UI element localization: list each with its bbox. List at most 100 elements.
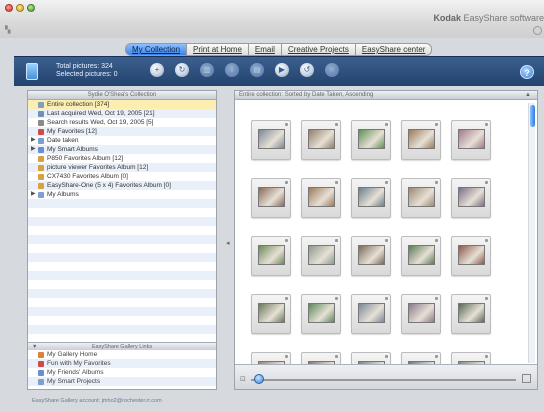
photo-thumbnail[interactable]: [451, 294, 491, 334]
tab-easyshare-center[interactable]: EasyShare center: [355, 43, 433, 56]
gallery-links-list: My Gallery Home Fun with My Favorites My F…: [28, 350, 216, 389]
collection-item[interactable]: EasyShare-One (5 x 4) Favorites Album [0…: [28, 181, 216, 190]
photo-image: [258, 187, 285, 207]
photo-thumbnail[interactable]: [301, 352, 341, 364]
photo-badge-icon: [485, 355, 488, 358]
collection-item-label: P850 Favorites Album [12]: [47, 155, 124, 162]
collection-item[interactable]: My Favorites [12]: [28, 127, 216, 136]
trash-icon[interactable]: ▥: [200, 63, 214, 77]
minimize-window-button[interactable]: [16, 4, 24, 12]
photo-badge-icon: [335, 181, 338, 184]
photo-thumbnail[interactable]: [351, 178, 391, 218]
gallery-link[interactable]: Fun with My Favorites: [28, 359, 216, 368]
expand-arrow-icon[interactable]: ▶: [31, 145, 36, 154]
photo-thumbnail[interactable]: [401, 120, 441, 160]
collection-item[interactable]: picture viewer Favorites Album [12]: [28, 163, 216, 172]
album-icon: [38, 192, 44, 198]
photo-badge-icon: [335, 355, 338, 358]
zoom-slider-knob[interactable]: [254, 374, 264, 384]
photo-image: [358, 245, 385, 265]
album-icon: [38, 174, 44, 180]
scroll-thumb[interactable]: [530, 105, 535, 127]
help-button[interactable]: ?: [520, 65, 534, 79]
collection-item[interactable]: Entire collection [374]: [28, 100, 216, 109]
photo-thumbnail[interactable]: [401, 236, 441, 276]
zoom-slider-track[interactable]: [251, 379, 516, 381]
collapse-icon[interactable]: ▚: [5, 26, 14, 34]
edit-icon[interactable]: ▤: [250, 63, 264, 77]
gallery-link[interactable]: My Gallery Home: [28, 350, 216, 359]
photo-image: [408, 303, 435, 323]
photo-thumbnail[interactable]: [251, 120, 291, 160]
photo-badge-icon: [285, 123, 288, 126]
rotate-icon[interactable]: ↺: [300, 63, 314, 77]
photo-thumbnail[interactable]: [301, 120, 341, 160]
collection-item[interactable]: CX7430 Favorites Album [0]: [28, 172, 216, 181]
collection-item[interactable]: Search results Wed, Oct 19, 2005 [5]: [28, 118, 216, 127]
expand-arrow-icon[interactable]: ▶: [31, 136, 36, 145]
photo-image: [258, 303, 285, 323]
close-window-button[interactable]: [5, 4, 13, 12]
photo-thumbnail[interactable]: [401, 294, 441, 334]
photo-badge-icon: [385, 239, 388, 242]
gallery-link-label: My Friends' Albums: [47, 369, 104, 376]
expand-arrow-icon[interactable]: ▶: [31, 190, 36, 199]
photo-thumbnail[interactable]: [351, 120, 391, 160]
photo-thumbnail[interactable]: [301, 178, 341, 218]
photo-thumbnail[interactable]: [351, 294, 391, 334]
tab-email[interactable]: Email: [248, 43, 282, 56]
info-icon[interactable]: i: [225, 63, 239, 77]
photo-thumbnail[interactable]: [251, 294, 291, 334]
tab-creative-projects[interactable]: Creative Projects: [281, 43, 356, 56]
gallery-link-icon: [38, 361, 44, 367]
photo-badge-icon: [485, 123, 488, 126]
gallery-link-icon: [38, 352, 44, 358]
collection-item[interactable]: ▶ My Smart Albums: [28, 145, 216, 154]
selected-pictures: Selected pictures: 0: [56, 71, 118, 78]
zoom-window-button[interactable]: [27, 4, 35, 12]
collection-item[interactable]: ▶ My Albums: [28, 190, 216, 199]
refresh-icon[interactable]: ↻: [175, 63, 189, 77]
photo-thumbnail[interactable]: [251, 352, 291, 364]
photo-image: [308, 129, 335, 149]
collection-header: Sydie O'Shea's Collection: [28, 91, 216, 100]
photo-badge-icon: [335, 239, 338, 242]
slideshow-icon[interactable]: ▶: [275, 63, 289, 77]
photo-thumbnail[interactable]: [451, 352, 491, 364]
photo-thumbnail[interactable]: [451, 120, 491, 160]
collection-item-label: Search results Wed, Oct 19, 2005 [5]: [47, 119, 154, 126]
gallery-link[interactable]: My Smart Projects: [28, 377, 216, 386]
collection-item[interactable]: Last acquired Wed, Oct 19, 2005 [21]: [28, 109, 216, 118]
search-icon[interactable]: ○: [325, 63, 339, 77]
collection-item-label: CX7430 Favorites Album [0]: [47, 173, 128, 180]
sort-arrow-icon[interactable]: ▲: [525, 92, 531, 98]
zoom-in-icon[interactable]: [522, 374, 531, 383]
add-icon[interactable]: +: [150, 63, 164, 77]
photos-header: Entire collection: Sorted by Date Taken,…: [235, 91, 537, 100]
gallery-links-header[interactable]: ▼ EasyShare Gallery Links: [28, 342, 216, 350]
photo-thumbnail[interactable]: [351, 352, 391, 364]
album-icon: [38, 129, 44, 135]
collection-list: Entire collection [374] Last acquired Wed…: [28, 100, 216, 342]
collection-icon: [26, 63, 38, 80]
photo-thumbnail[interactable]: [351, 236, 391, 276]
photo-thumbnail[interactable]: [301, 294, 341, 334]
tab-print-at-home[interactable]: Print at Home: [187, 43, 249, 56]
photo-thumbnail[interactable]: [401, 352, 441, 364]
gallery-link[interactable]: My Friends' Albums: [28, 368, 216, 377]
photo-thumbnail[interactable]: [251, 178, 291, 218]
zoom-out-icon[interactable]: ⊡: [240, 375, 246, 383]
photo-thumbnail[interactable]: [451, 178, 491, 218]
collection-item[interactable]: ▶ Date taken: [28, 136, 216, 145]
photo-thumbnail[interactable]: [401, 178, 441, 218]
photo-thumbnail[interactable]: [251, 236, 291, 276]
photo-thumbnail[interactable]: [451, 236, 491, 276]
picture-counts: Total pictures: 324 Selected pictures: 0: [56, 63, 117, 79]
splitter-handle-icon[interactable]: ◂: [226, 239, 230, 247]
collection-item[interactable]: P850 Favorites Album [12]: [28, 154, 216, 163]
vertical-scrollbar[interactable]: [528, 103, 535, 363]
search-icon[interactable]: [533, 26, 542, 35]
tab-my-collection[interactable]: My Collection: [125, 43, 188, 56]
gallery-link-icon: [38, 370, 44, 376]
photo-thumbnail[interactable]: [301, 236, 341, 276]
